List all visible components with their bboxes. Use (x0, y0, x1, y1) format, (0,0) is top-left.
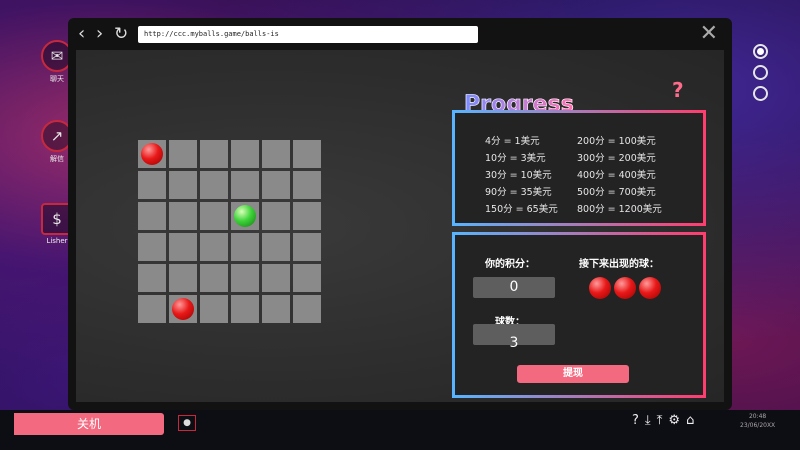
upload-icon[interactable]: ⤒ (657, 413, 663, 428)
grid-cell[interactable] (200, 295, 228, 323)
rate-entry: 30分 = 10美元 (485, 170, 552, 181)
next-balls-label: 接下来出现的球： (579, 259, 659, 270)
grid-cell[interactable] (200, 264, 228, 292)
radio-option-3[interactable] (753, 86, 768, 101)
grid-cell[interactable] (169, 202, 197, 230)
grid-cell[interactable] (231, 171, 259, 199)
grid-cell[interactable] (262, 233, 290, 261)
grid-cell[interactable] (231, 140, 259, 168)
radio-group (753, 44, 768, 107)
browser-window: ‹ › ↻ http://ccc.myballs.game/balls-is ✕… (68, 18, 732, 410)
clock: 20:48 23/06/20XX (740, 412, 775, 430)
close-button[interactable]: ✕ (700, 22, 718, 46)
grid-cell[interactable] (293, 295, 321, 323)
rates-panel: 4分 = 1美元 200分 = 100美元 10分 = 3美元 300分 = 200美… (452, 110, 706, 226)
grid-cell[interactable] (293, 233, 321, 261)
gear-icon[interactable]: ⚙ (668, 413, 680, 428)
next-red-ball (589, 277, 611, 299)
grid-cell[interactable] (200, 171, 228, 199)
grid-cell[interactable] (293, 202, 321, 230)
grid-cell[interactable] (138, 202, 166, 230)
grid-cell[interactable] (262, 140, 290, 168)
rate-entry: 300分 = 200美元 (577, 153, 656, 164)
red-ball[interactable] (172, 298, 194, 320)
back-button[interactable]: ‹ (78, 24, 85, 44)
download-icon[interactable]: ⤓ (645, 413, 651, 428)
grid-cell[interactable] (231, 295, 259, 323)
forward-button[interactable]: › (96, 24, 103, 44)
clock-date: 23/06/20XX (740, 422, 776, 429)
rate-entry: 800分 = 1200美元 (577, 204, 662, 215)
browser-toolbar: ‹ › ↻ http://ccc.myballs.game/balls-is ✕ (68, 18, 732, 50)
grid-cell[interactable] (169, 295, 197, 323)
rate-entry: 4分 = 1美元 (485, 136, 540, 147)
next-red-ball (614, 277, 636, 299)
game-app-icon[interactable]: ● (178, 415, 196, 431)
game-grid (138, 140, 321, 323)
rate-entry: 90分 = 35美元 (485, 187, 552, 198)
url-input[interactable]: http://ccc.myballs.game/balls-is (138, 26, 478, 43)
next-balls (589, 277, 661, 299)
rate-entry: 200分 = 100美元 (577, 136, 656, 147)
score-value: 0 (509, 279, 519, 295)
grid-cell[interactable] (262, 171, 290, 199)
grid-cell[interactable] (262, 295, 290, 323)
grid-cell[interactable] (200, 233, 228, 261)
green-ball[interactable] (234, 205, 256, 227)
balls-value: 3 (509, 335, 519, 351)
grid-cell[interactable] (293, 140, 321, 168)
red-ball[interactable] (141, 143, 163, 165)
taskbar: 关机 ● ? ⤓ ⤒ ⚙ ⌂ 20:48 23/06/20XX (0, 410, 800, 450)
grid-cell[interactable] (231, 202, 259, 230)
grid-cell[interactable] (138, 171, 166, 199)
score-panel: 你的积分： 0 接下来出现的球： 球数： 3 提现 (452, 232, 706, 398)
rates-table: 4分 = 1美元 200分 = 100美元 10分 = 3美元 300分 = 200美… (485, 133, 677, 215)
rate-entry: 10分 = 3美元 (485, 153, 546, 164)
rate-entry: 400分 = 400美元 (577, 170, 656, 181)
grid-cell[interactable] (231, 264, 259, 292)
radio-option-1[interactable] (753, 44, 768, 59)
help-icon[interactable]: ? (632, 413, 639, 428)
grid-cell[interactable] (231, 233, 259, 261)
withdraw-button[interactable]: 提现 (517, 365, 629, 383)
radio-option-2[interactable] (753, 65, 768, 80)
help-icon[interactable]: ? (672, 78, 684, 102)
grid-cell[interactable] (169, 140, 197, 168)
shutdown-button[interactable]: 关机 (14, 413, 164, 435)
grid-cell[interactable] (262, 202, 290, 230)
grid-cell[interactable] (293, 264, 321, 292)
grid-cell[interactable] (200, 202, 228, 230)
grid-cell[interactable] (169, 233, 197, 261)
reload-button[interactable]: ↻ (114, 24, 128, 44)
score-label: 你的积分： (485, 259, 535, 270)
rate-entry: 150分 = 65美元 (485, 204, 558, 215)
grid-cell[interactable] (138, 295, 166, 323)
next-red-ball (639, 277, 661, 299)
grid-cell[interactable] (169, 264, 197, 292)
clock-time: 20:48 (748, 413, 767, 420)
system-tray: ? ⤓ ⤒ ⚙ ⌂ (632, 413, 694, 428)
grid-cell[interactable] (138, 233, 166, 261)
grid-cell[interactable] (138, 264, 166, 292)
grid-cell[interactable] (200, 140, 228, 168)
grid-cell[interactable] (293, 171, 321, 199)
grid-cell[interactable] (138, 140, 166, 168)
home-icon[interactable]: ⌂ (686, 413, 694, 428)
grid-cell[interactable] (262, 264, 290, 292)
game-viewport: Progress ? 4分 = 1美元 200分 = 100美元 10分 = 3美元… (76, 50, 724, 402)
grid-cell[interactable] (169, 171, 197, 199)
rate-entry: 500分 = 700美元 (577, 187, 656, 198)
